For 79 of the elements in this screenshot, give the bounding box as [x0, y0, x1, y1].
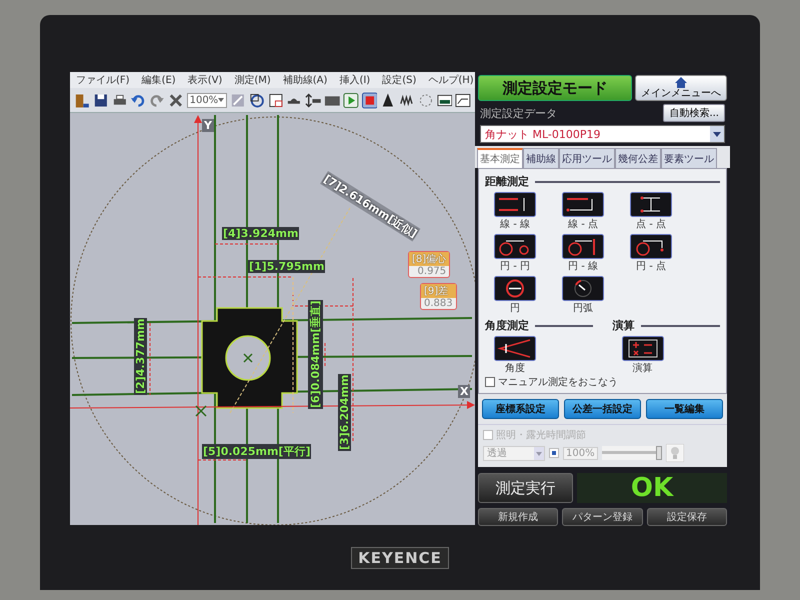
checkbox-label: マニュアル測定をおこなう: [498, 376, 618, 389]
footer-button[interactable]: 新規作成: [478, 508, 558, 526]
dotted-circle-icon[interactable]: [418, 92, 434, 108]
crosshair-icon: [195, 405, 207, 417]
action-button[interactable]: 一覧編集: [646, 399, 723, 419]
tool-button[interactable]: 円 - 点: [621, 234, 681, 273]
tool-button[interactable]: 円弧: [553, 276, 613, 315]
checkbox-label: 照明・露光時間調節: [496, 428, 586, 442]
tab[interactable]: 要素ツール: [661, 148, 717, 168]
height-icon[interactable]: [305, 92, 322, 108]
line-point-icon: [562, 192, 604, 217]
menu-item[interactable]: 測定(M): [234, 73, 271, 87]
menu-item[interactable]: ヘルプ(H): [428, 73, 474, 87]
main-menu-button[interactable]: メインメニューへ: [635, 75, 727, 101]
section-heading: 角度測定: [485, 318, 529, 333]
section-heading: 演算: [612, 318, 634, 333]
measurement-label: [6]0.084mm[垂直]: [308, 300, 323, 409]
result-label: [8]偏心: [409, 252, 450, 266]
caret-icon: [534, 446, 544, 460]
house-icon: [675, 76, 687, 88]
tab[interactable]: 幾何公差: [615, 148, 661, 168]
point-pair-icon: [630, 192, 672, 217]
play-icon[interactable]: [342, 92, 359, 108]
target-icon[interactable]: [248, 92, 265, 108]
caret-icon: [218, 98, 224, 102]
scale-icon[interactable]: [455, 92, 472, 108]
run-button[interactable]: 測定実行: [478, 473, 573, 503]
brand-logo: KEYENCE: [351, 546, 449, 568]
save-icon[interactable]: [92, 92, 109, 108]
crosshair-icon: [243, 353, 253, 363]
tab[interactable]: 補助線: [523, 148, 559, 168]
delete-icon[interactable]: [168, 92, 184, 108]
checkbox[interactable]: [485, 377, 495, 387]
auto-search-button[interactable]: 自動検索...: [663, 104, 725, 122]
action-button[interactable]: 座標系設定: [482, 399, 559, 419]
measurement-label: [2]4.377mm: [134, 318, 147, 395]
tool-button[interactable]: 線 - 点: [553, 192, 613, 231]
menu-item[interactable]: 設定(S): [382, 73, 416, 87]
stop-icon[interactable]: [362, 92, 378, 108]
tool-button[interactable]: 円 - 線: [553, 234, 613, 273]
measurement-label: [4]3.924mm: [222, 227, 300, 240]
footer-button[interactable]: 設定保存: [646, 508, 727, 526]
menu-item[interactable]: ファイル(F): [76, 73, 130, 87]
menu-item[interactable]: 補助線(A): [282, 73, 328, 87]
section-heading: 距離測定: [485, 174, 529, 189]
menu-item[interactable]: 表示(V): [188, 73, 222, 87]
result-value: 0.975: [416, 266, 448, 277]
two-circles-icon: [494, 234, 536, 259]
tool-button[interactable]: 角度: [485, 336, 545, 375]
measurement-label: [5]0.025mm[平行]: [202, 444, 312, 459]
circle-diameter-icon: [494, 276, 536, 301]
data-dropdown[interactable]: 角ナット ML-0100P19: [480, 125, 725, 143]
footer-button[interactable]: パターン登録: [562, 508, 643, 526]
axis-label: X: [458, 385, 470, 398]
menu-item[interactable]: 編集(E): [142, 73, 176, 87]
angle-icon: [494, 336, 536, 361]
tool-button[interactable]: 円: [485, 276, 545, 315]
data-label: 測定設定データ: [480, 106, 557, 120]
result-value: 0.883: [423, 298, 454, 309]
tab[interactable]: 応用ツール: [559, 148, 615, 168]
action-button[interactable]: 公差一括設定: [564, 399, 641, 419]
parallel-lines-icon: [494, 192, 536, 217]
tool-button[interactable]: 円 - 円: [485, 234, 545, 273]
result-display: OK: [577, 473, 727, 503]
measurement-label: [3]6.204mm: [338, 374, 351, 451]
zoom-dropdown[interactable]: 100%: [186, 92, 228, 108]
tool-button[interactable]: 演算: [612, 336, 672, 375]
tool-button[interactable]: 線 - 線: [485, 192, 545, 231]
measurement-label: [1]5.795mm: [248, 260, 326, 273]
result-label: [9]差: [421, 284, 456, 298]
menu-item[interactable]: 挿入(I): [339, 73, 370, 87]
calculator-icon: [622, 336, 664, 361]
arc-icon: [562, 276, 604, 301]
circle-point-icon: [630, 234, 672, 259]
axis-label: Y: [202, 119, 214, 132]
tab[interactable]: 基本測定: [477, 148, 523, 168]
mode-button[interactable]: 測定設定モード: [478, 75, 632, 101]
door-icon[interactable]: [74, 92, 90, 108]
tool-button[interactable]: 点 - 点: [621, 192, 681, 231]
